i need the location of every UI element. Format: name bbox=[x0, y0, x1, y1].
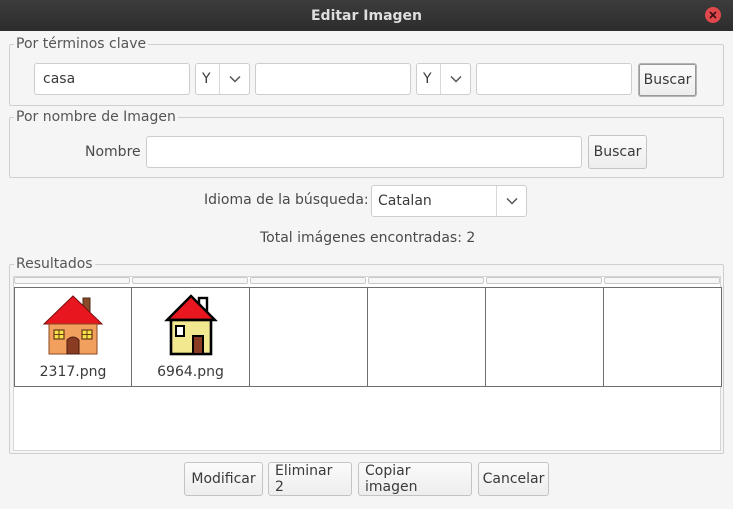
column-header[interactable] bbox=[250, 277, 366, 284]
result-cell-empty[interactable] bbox=[486, 287, 604, 387]
result-filename: 6964.png bbox=[157, 364, 224, 380]
operator-select-1-value: Y bbox=[202, 71, 211, 87]
cancel-button[interactable]: Cancelar bbox=[478, 462, 549, 496]
column-header[interactable] bbox=[486, 277, 602, 284]
result-cell[interactable]: 6964.png bbox=[132, 287, 250, 387]
keywords-legend: Por términos clave bbox=[14, 36, 149, 52]
keyword-input-1[interactable]: casa bbox=[34, 63, 190, 95]
name-search-label: Buscar bbox=[593, 144, 642, 160]
operator-select-1[interactable]: Y bbox=[195, 63, 250, 95]
operator-select-2-value: Y bbox=[423, 71, 432, 87]
language-label: Idioma de la búsqueda: bbox=[204, 192, 369, 208]
by-name-legend: Por nombre de Imagen bbox=[14, 109, 178, 125]
delete-button[interactable]: Eliminar 2 bbox=[268, 462, 352, 496]
result-cell-empty[interactable] bbox=[604, 287, 722, 387]
result-cell[interactable]: 2317.png bbox=[14, 287, 132, 387]
window-title: Editar Imagen bbox=[310, 7, 423, 24]
copy-image-label: Copiar imagen bbox=[365, 463, 418, 495]
keywords-search-label: Buscar bbox=[643, 72, 692, 88]
result-cell-empty[interactable] bbox=[368, 287, 486, 387]
column-header[interactable] bbox=[132, 277, 248, 284]
modify-button[interactable]: Modificar bbox=[184, 462, 263, 496]
total-found-text: Total imágenes encontradas: 2 bbox=[260, 230, 476, 246]
keywords-search-button[interactable]: Buscar bbox=[638, 63, 697, 97]
results-legend: Resultados bbox=[14, 256, 95, 272]
keyword-input-1-value: casa bbox=[43, 71, 76, 87]
modify-label: Modificar bbox=[191, 471, 256, 487]
results-grid[interactable]: 2317.png 6964.png bbox=[13, 276, 722, 451]
dialog-body: Por términos clave casa Y Y Buscar Por n… bbox=[0, 31, 733, 509]
column-header[interactable] bbox=[368, 277, 484, 284]
copy-image-button[interactable]: Copiar imagen bbox=[358, 462, 472, 496]
keyword-input-2[interactable] bbox=[255, 63, 411, 95]
cancel-label: Cancelar bbox=[482, 471, 545, 487]
name-search-button[interactable]: Buscar bbox=[588, 135, 647, 169]
house-orange-icon bbox=[42, 295, 104, 355]
result-cell-empty[interactable] bbox=[250, 287, 368, 387]
name-label: Nombre bbox=[85, 144, 141, 160]
name-input[interactable] bbox=[146, 136, 582, 168]
delete-label: Eliminar 2 bbox=[275, 463, 333, 495]
language-select[interactable]: Catalan bbox=[371, 185, 527, 217]
result-filename: 2317.png bbox=[39, 364, 107, 380]
chevron-down-icon bbox=[496, 186, 526, 216]
operator-select-2[interactable]: Y bbox=[416, 63, 471, 95]
house-yellow-icon bbox=[163, 294, 218, 356]
language-select-value: Catalan bbox=[378, 193, 432, 209]
close-icon bbox=[709, 11, 717, 19]
keyword-input-3[interactable] bbox=[476, 63, 632, 95]
column-header[interactable] bbox=[14, 277, 130, 284]
column-header[interactable] bbox=[604, 277, 720, 284]
window-titlebar: Editar Imagen bbox=[0, 0, 733, 31]
chevron-down-icon bbox=[219, 64, 249, 94]
close-button[interactable] bbox=[705, 7, 721, 23]
chevron-down-icon bbox=[440, 64, 470, 94]
